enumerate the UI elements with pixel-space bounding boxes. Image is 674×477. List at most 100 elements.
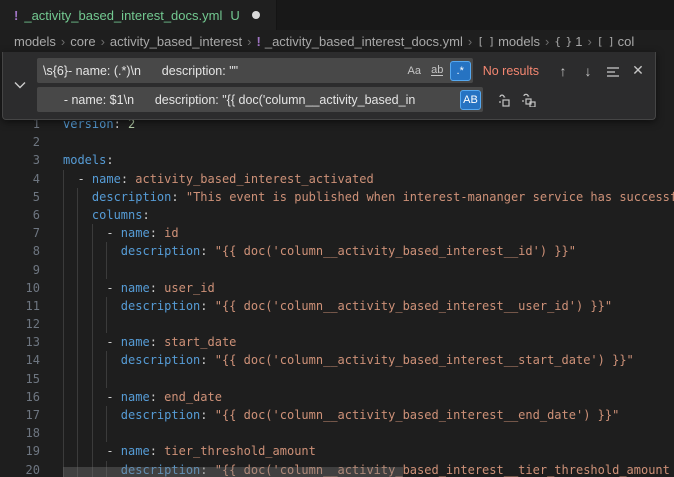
- git-status-badge: U: [230, 8, 239, 23]
- find-replace-widget: \s{6}- name: (.*)\n description: "" Aa a…: [2, 52, 656, 120]
- breadcrumb-item[interactable]: !_activity_based_interest_docs.yml: [257, 34, 463, 49]
- indent-guide: [77, 297, 78, 315]
- indent-guide: [63, 370, 64, 388]
- indent-guide: [77, 242, 78, 260]
- code-text: - name: id: [63, 224, 179, 242]
- find-row: \s{6}- name: (.*)\n description: "" Aa a…: [37, 58, 649, 83]
- indent-guide: [63, 170, 64, 188]
- indent-guide: [77, 224, 78, 242]
- previous-match-button[interactable]: ↑: [552, 60, 574, 82]
- code-area: 1version: 223models:4 - name: activity_b…: [0, 115, 674, 477]
- unsaved-changes-dot[interactable]: [252, 11, 260, 19]
- code-line: 18: [0, 424, 674, 442]
- preserve-case-toggle[interactable]: AB: [460, 90, 481, 110]
- symbol-array-icon: [ ]: [477, 35, 494, 48]
- breadcrumb: models › core › activity_based_interest › !_ac…: [0, 30, 674, 52]
- line-number: 8: [0, 242, 40, 260]
- line-number: 15: [0, 370, 40, 388]
- breadcrumb-item[interactable]: core: [70, 34, 95, 49]
- breadcrumb-label: _activity_based_interest_docs.yml: [265, 34, 463, 49]
- close-find-button[interactable]: ✕: [627, 60, 649, 82]
- replace-all-button[interactable]: [518, 89, 540, 111]
- line-number: 5: [0, 188, 40, 206]
- breadcrumb-separator: ›: [101, 34, 105, 49]
- line-number: 13: [0, 333, 40, 351]
- indent-guide: [92, 315, 93, 333]
- indent-guide: [77, 442, 78, 460]
- breadcrumb-item[interactable]: models: [14, 34, 56, 49]
- horizontal-scrollbar[interactable]: [63, 467, 403, 477]
- breadcrumb-separator: ›: [545, 34, 549, 49]
- breadcrumb-label: activity_based_interest: [110, 34, 242, 49]
- indent-guide: [63, 406, 64, 424]
- code-text: - name: tier_threshold_amount: [63, 442, 316, 460]
- line-number: 4: [0, 170, 40, 188]
- find-in-selection-button[interactable]: [602, 60, 624, 82]
- next-match-button[interactable]: ↓: [577, 60, 599, 82]
- yaml-file-icon: !: [14, 8, 18, 23]
- replace-input[interactable]: - name: $1\n description: "{{ doc('colum…: [37, 87, 483, 112]
- code-text: - name: end_date: [63, 388, 222, 406]
- indent-guide: [63, 333, 64, 351]
- indent-guide: [106, 261, 107, 279]
- find-query-text: \s{6}- name: (.*)\n description: "": [43, 64, 402, 78]
- indent-guide: [77, 406, 78, 424]
- code-text: columns:: [63, 206, 150, 224]
- code-line: 3models:: [0, 151, 674, 169]
- line-number: 20: [0, 461, 40, 477]
- toggle-replace-button[interactable]: [3, 58, 37, 112]
- indent-guide: [92, 242, 93, 260]
- indent-guide: [106, 424, 107, 442]
- breadcrumb-item[interactable]: { }1: [554, 34, 582, 49]
- indent-guide: [92, 224, 93, 242]
- code-line: 17 description: "{{ doc('column__activit…: [0, 406, 674, 424]
- indent-guide: [63, 261, 64, 279]
- code-text: description: "{{ doc('column__activity_b…: [63, 406, 619, 424]
- indent-guide: [92, 388, 93, 406]
- code-line: 7 - name: id: [0, 224, 674, 242]
- arrow-up-icon: ↑: [560, 63, 567, 79]
- tab-title: _activity_based_interest_docs.yml: [24, 8, 222, 23]
- code-text: description: "{{ doc('column__activity_b…: [63, 351, 634, 369]
- breadcrumb-separator: ›: [587, 34, 591, 49]
- indent-guide: [106, 370, 107, 388]
- line-number: 7: [0, 224, 40, 242]
- breadcrumb-item[interactable]: [ ] models: [477, 34, 540, 49]
- replace-button[interactable]: [493, 89, 515, 111]
- line-number: 14: [0, 351, 40, 369]
- breadcrumb-label: models: [498, 34, 540, 49]
- indent-guide: [77, 424, 78, 442]
- regex-toggle[interactable]: .*: [450, 61, 471, 81]
- match-case-toggle[interactable]: Aa: [404, 61, 425, 81]
- code-text: - name: user_id: [63, 279, 215, 297]
- chevron-down-icon: [14, 76, 26, 94]
- breadcrumb-separator: ›: [61, 34, 65, 49]
- code-line: 4 - name: activity_based_interest_activa…: [0, 170, 674, 188]
- breadcrumb-label: core: [70, 34, 95, 49]
- replace-all-icon: [521, 93, 537, 107]
- close-icon: ✕: [632, 62, 644, 79]
- indent-guide: [92, 333, 93, 351]
- replace-value-text: - name: $1\n description: "{{ doc('colum…: [43, 93, 458, 107]
- line-number: 6: [0, 206, 40, 224]
- editor-tab[interactable]: ! _activity_based_interest_docs.yml U: [0, 0, 277, 30]
- line-number: 12: [0, 315, 40, 333]
- symbol-object-icon: { }: [554, 35, 571, 48]
- line-number: 3: [0, 151, 40, 169]
- code-text: description: "{{ doc('column__activity_b…: [63, 297, 612, 315]
- replace-row: - name: $1\n description: "{{ doc('colum…: [37, 87, 649, 112]
- indent-guide: [106, 297, 107, 315]
- indent-guide: [77, 315, 78, 333]
- indent-guide: [77, 206, 78, 224]
- breadcrumb-item[interactable]: activity_based_interest: [110, 34, 242, 49]
- indent-guide: [63, 242, 64, 260]
- breadcrumb-item[interactable]: [ ]col: [597, 34, 635, 49]
- indent-guide: [106, 351, 107, 369]
- line-number: 16: [0, 388, 40, 406]
- line-number: 18: [0, 424, 40, 442]
- whole-word-toggle[interactable]: ab: [427, 61, 448, 81]
- find-input[interactable]: \s{6}- name: (.*)\n description: "" Aa a…: [37, 58, 473, 83]
- code-line: 2: [0, 133, 674, 151]
- indent-guide: [92, 442, 93, 460]
- indent-guide: [63, 388, 64, 406]
